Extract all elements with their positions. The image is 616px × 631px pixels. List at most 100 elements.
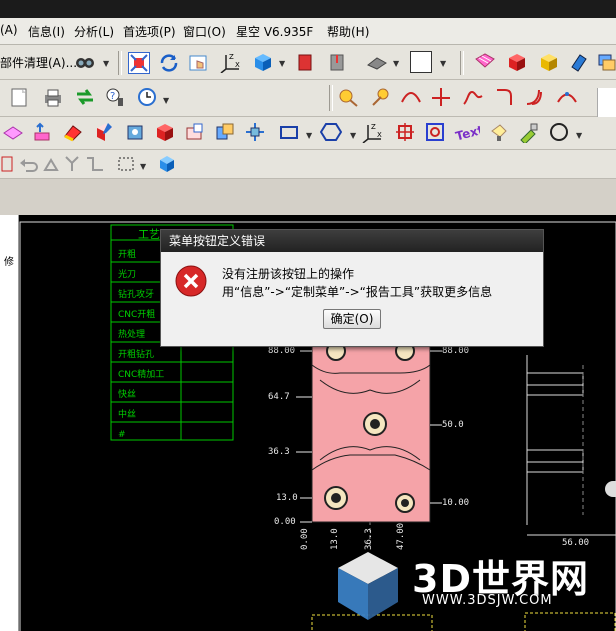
dropdown-arrow-icon[interactable]: ▼	[576, 131, 582, 140]
wcs-axes-icon[interactable]: ZX	[220, 51, 242, 74]
gray-block-icon[interactable]	[326, 51, 348, 73]
subtract-icon[interactable]	[184, 121, 206, 143]
process-row: CNC精加工	[118, 370, 165, 380]
undo-icon[interactable]	[18, 153, 40, 175]
new-document-icon[interactable]	[8, 86, 30, 108]
dropdown-arrow-icon[interactable]: ▼	[306, 131, 312, 140]
dimension-label: 50.0	[442, 420, 464, 430]
print-icon[interactable]	[42, 86, 64, 108]
spline-icon[interactable]	[462, 86, 484, 108]
process-row: 开粗	[118, 250, 137, 260]
binoculars-icon[interactable]	[74, 51, 96, 73]
color-swatch-button[interactable]	[410, 51, 432, 73]
dialog-message-line1: 没有注册该按钮上的操作	[222, 267, 355, 281]
process-row: 光刀	[118, 270, 137, 280]
dropdown-arrow-icon[interactable]: ▼	[163, 96, 169, 105]
move-object-icon[interactable]	[244, 121, 266, 143]
dropdown-arrow-icon[interactable]: ▼	[350, 131, 356, 140]
small-cube-icon[interactable]	[156, 153, 178, 175]
toolbar-separator	[329, 85, 333, 111]
dimension-label: 0.00	[300, 528, 310, 550]
pan-hand-icon[interactable]	[188, 52, 210, 74]
fit-view-icon[interactable]	[128, 52, 150, 74]
text-icon[interactable]: Text	[454, 121, 485, 144]
point-icon[interactable]	[394, 121, 416, 143]
measure-angle-icon[interactable]	[370, 86, 392, 108]
toolbar-row-3: ▼ ▼ ZX Text ▼	[0, 117, 616, 150]
hexagon-icon[interactable]	[319, 121, 343, 143]
blue-solid-icon[interactable]	[124, 121, 146, 143]
blue-tool-icon[interactable]	[568, 51, 590, 73]
edit-feature-icon[interactable]	[94, 121, 116, 143]
process-row: CNC开粗	[118, 310, 156, 320]
circle-icon[interactable]	[548, 121, 570, 143]
dimension-label: 13.0	[330, 528, 340, 550]
dimension-label: 36.3	[268, 447, 290, 457]
dropdown-arrow-icon[interactable]: ▼	[440, 59, 446, 68]
part-navigator-panel[interactable]: 修	[0, 215, 19, 631]
svg-text:Z: Z	[371, 123, 376, 131]
clock-icon[interactable]	[136, 86, 158, 108]
measure-distance-icon[interactable]	[338, 86, 360, 108]
rectangle-icon[interactable]	[278, 121, 300, 143]
dimension-label: 13.0	[276, 493, 298, 503]
dropdown-arrow-icon[interactable]: ▼	[393, 59, 399, 68]
window-title-bar	[0, 0, 616, 18]
process-row: #	[118, 430, 126, 440]
datum-plane-icon[interactable]	[424, 121, 446, 143]
surface-grid-icon[interactable]	[474, 51, 496, 73]
rotate-icon[interactable]	[158, 52, 180, 74]
menu-item-information[interactable]: 信息(I)	[28, 23, 65, 40]
dropdown-arrow-icon[interactable]: ▼	[103, 59, 109, 68]
ok-button[interactable]: 确定(O)	[323, 309, 381, 329]
layers-icon[interactable]	[596, 51, 616, 73]
branch-icon[interactable]	[62, 153, 84, 175]
dropdown-arrow-icon[interactable]: ▼	[279, 59, 285, 68]
offset-curve-icon[interactable]	[524, 86, 546, 108]
toolbar-separator	[118, 51, 122, 75]
dimension-label: 88.00	[268, 346, 296, 356]
curve-arc-icon[interactable]	[400, 86, 422, 108]
menu-item-xingkong[interactable]: 星空 V6.935F	[236, 23, 313, 40]
error-icon	[175, 265, 207, 297]
info-query-icon[interactable]: ?	[104, 86, 126, 108]
pattern-icon[interactable]	[2, 121, 24, 143]
csys-icon[interactable]: ZX	[362, 121, 384, 144]
extrude-icon[interactable]	[32, 121, 54, 143]
yellow-cube-icon[interactable]	[538, 51, 560, 73]
3d-cube-logo-icon	[333, 548, 403, 626]
hide-display-icon[interactable]	[366, 51, 388, 73]
lamp-icon[interactable]	[488, 121, 510, 143]
toolbar-separator	[460, 51, 464, 75]
dialog-title[interactable]: 菜单按钮定义错误	[161, 230, 543, 252]
unite-icon[interactable]	[154, 121, 176, 143]
menu-item-analysis[interactable]: 分析(L)	[74, 23, 114, 40]
menu-item-window[interactable]: 窗口(O)	[183, 23, 226, 40]
part-cleanup-button[interactable]: 部件清理(A)...	[0, 54, 77, 71]
selection-box-icon[interactable]	[116, 153, 138, 175]
shaded-cube-icon[interactable]	[252, 51, 274, 73]
process-table-rows: 开粗 光刀 钻孔攻牙 CNC开粗 热处理 开粗钻孔 CNC精加工 快丝 中丝 #	[118, 245, 164, 445]
export-arrows-icon[interactable]	[74, 86, 96, 108]
snap-icon[interactable]	[42, 153, 64, 175]
intersect-icon[interactable]	[214, 121, 236, 143]
fillet-icon[interactable]	[494, 86, 516, 108]
process-row: 热处理	[118, 330, 146, 340]
menu-item-help[interactable]: 帮助(H)	[327, 23, 369, 40]
project-curve-icon[interactable]	[556, 86, 578, 108]
side-panel-handle[interactable]	[605, 481, 616, 497]
chamfer-icon[interactable]	[62, 121, 84, 143]
trim-curve-icon[interactable]	[430, 86, 452, 108]
svg-text:X: X	[235, 61, 240, 69]
paint-brush-icon[interactable]	[518, 121, 540, 145]
menu-item-applications[interactable]: (A)	[0, 23, 18, 37]
dimension-label: 56.00	[562, 538, 590, 548]
error-dialog: 菜单按钮定义错误 没有注册该按钮上的操作 用“信息”->“定制菜单”->“报告工…	[160, 229, 544, 347]
route-icon[interactable]	[84, 153, 106, 175]
dimension-label: 64.7	[268, 392, 290, 402]
red-cube-icon[interactable]	[506, 51, 528, 73]
menu-item-preferences[interactable]: 首选项(P)	[123, 23, 176, 40]
red-block-icon[interactable]	[294, 51, 316, 73]
dropdown-arrow-icon[interactable]: ▼	[140, 162, 146, 171]
status-strip	[0, 179, 616, 215]
